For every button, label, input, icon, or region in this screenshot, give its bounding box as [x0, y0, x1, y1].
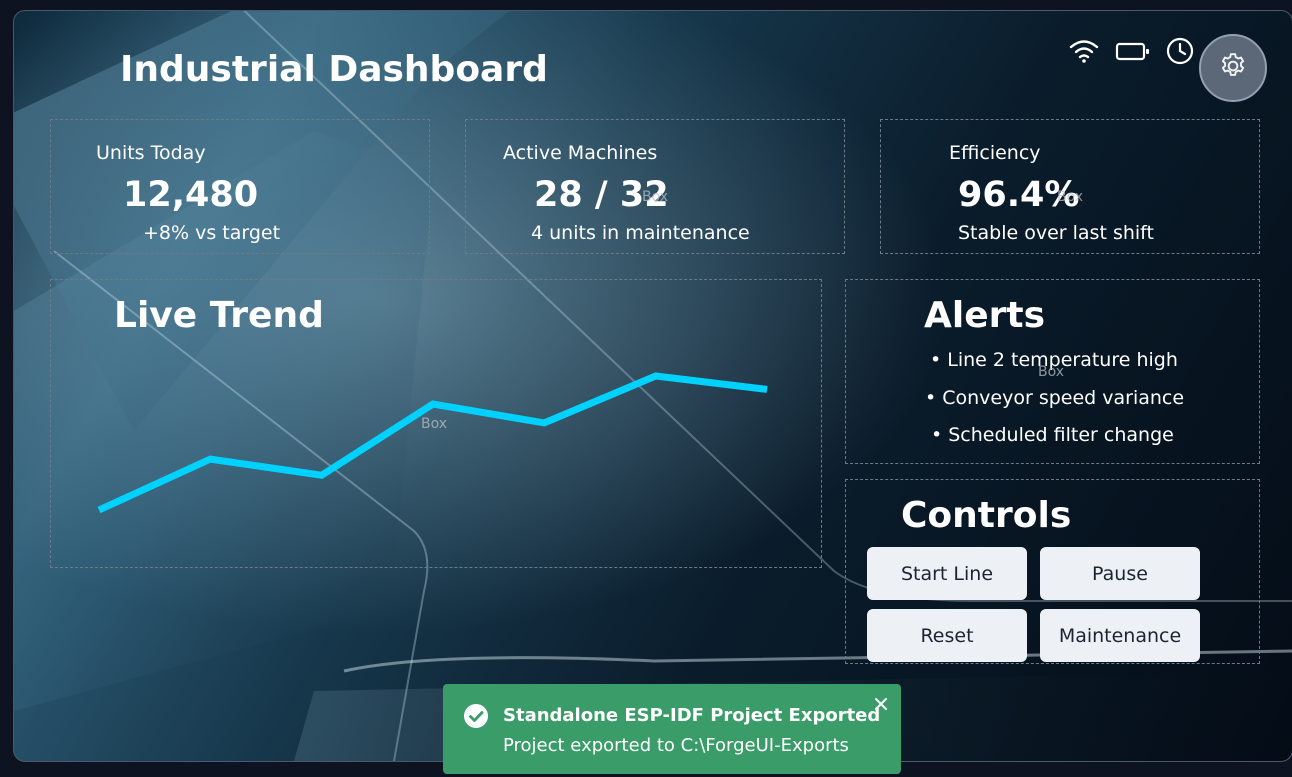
reset-button[interactable]: Reset: [867, 609, 1027, 662]
maintenance-button[interactable]: Maintenance: [1040, 609, 1200, 662]
controls-title: Controls: [901, 495, 1072, 536]
start-line-button[interactable]: Start Line: [867, 547, 1027, 600]
settings-button[interactable]: [1199, 34, 1267, 102]
kpi-value: 12,480: [123, 175, 259, 215]
pause-button[interactable]: Pause: [1040, 547, 1200, 600]
wifi-icon: [1068, 37, 1100, 69]
kpi-card-efficiency: Efficiency 96.4% Box Stable over last sh…: [880, 119, 1260, 254]
close-icon[interactable]: [871, 694, 891, 714]
dashboard-window: Industrial Dashboard Units Today 12,480 …: [13, 10, 1292, 762]
kpi-label: Efficiency: [949, 142, 1041, 164]
kpi-subtext: 4 units in maintenance: [531, 222, 750, 244]
trend-line: [97, 372, 768, 514]
battery-icon: [1115, 37, 1151, 69]
alert-item: • Scheduled filter change: [931, 424, 1174, 446]
kpi-card-machines: Active Machines 28 / 32 Box 4 units in m…: [465, 119, 845, 254]
box-placeholder-label: Box: [642, 189, 669, 205]
clock-icon: [1165, 37, 1195, 71]
kpi-subtext: +8% vs target: [143, 222, 281, 244]
toast-message: Project exported to C:\ForgeUI-Exports: [503, 735, 849, 756]
toast-title: Standalone ESP-IDF Project Exported: [503, 705, 881, 726]
trend-panel: Live Trend Box: [50, 279, 822, 568]
kpi-subtext: Stable over last shift: [958, 222, 1154, 244]
check-circle-icon: [463, 703, 489, 733]
kpi-label: Units Today: [96, 142, 206, 164]
page-title: Industrial Dashboard: [120, 49, 548, 90]
alerts-panel: Alerts • Line 2 temperature high Box • C…: [845, 279, 1260, 464]
gear-icon: [1218, 51, 1248, 85]
trend-chart: [97, 372, 768, 514]
kpi-card-units: Units Today 12,480 +8% vs target: [50, 119, 430, 254]
kpi-label: Active Machines: [503, 142, 658, 164]
export-toast: Standalone ESP-IDF Project Exported Proj…: [443, 684, 901, 774]
alert-item: • Conveyor speed variance: [925, 387, 1185, 409]
box-placeholder-label: Box: [1057, 189, 1084, 205]
alerts-title: Alerts: [924, 295, 1046, 336]
box-placeholder-label: Box: [1038, 364, 1065, 380]
